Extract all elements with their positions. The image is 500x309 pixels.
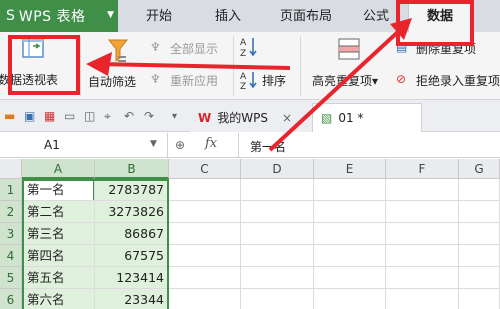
svg-text:A: A (240, 72, 247, 82)
table-cell[interactable]: 2783787 (95, 179, 169, 201)
reapply-button[interactable]: 重新应用 (170, 72, 218, 89)
app-title: WPS 表格 (18, 9, 86, 25)
app-logo-icon: S (6, 8, 15, 24)
table-row-empty[interactable] (169, 201, 500, 223)
tab-formula[interactable]: 公式 (354, 0, 398, 32)
export-pdf-icon[interactable]: ▦ (44, 109, 55, 123)
insert-function-button[interactable]: fx (205, 136, 217, 151)
tab-workbook[interactable]: ▧ 01 * (312, 103, 422, 132)
reject-duplicates-button[interactable]: 拒绝录入重复项 (416, 72, 500, 89)
formula-bar: A1 ▼ ⊕ fx 第一名 (0, 133, 500, 158)
table-row-empty[interactable] (169, 179, 500, 201)
show-all-button[interactable]: 全部显示 (170, 40, 218, 57)
table-cell[interactable]: 第三名 (22, 223, 95, 245)
reject-duplicates-icon: ⊘ (396, 72, 407, 86)
table-cell[interactable]: 123414 (95, 267, 169, 289)
column-header-e[interactable]: E (314, 159, 386, 179)
tab-start[interactable]: 开始 (126, 0, 192, 32)
spreadsheet-grid[interactable]: A B C D E F G 1 第一名 2783787 2 第二名 327382… (0, 159, 500, 309)
tab-workbook-label: 01 * (338, 111, 364, 125)
separator (238, 133, 239, 158)
sort-button[interactable]: 排序 (262, 72, 286, 89)
name-box[interactable]: A1 ▼ (0, 133, 168, 158)
sort-icon: A Z (240, 72, 257, 90)
row-header[interactable]: 1 (0, 179, 22, 201)
highlight-duplicates-label: 高亮重复项 (312, 74, 373, 88)
chevron-down-icon[interactable]: ▼ (150, 139, 157, 149)
data-tab-highlight (396, 0, 474, 46)
chevron-down-icon[interactable]: ▾ (172, 111, 177, 122)
wps-logo-icon: W (198, 110, 212, 125)
print-preview-icon[interactable]: ◫ (84, 109, 95, 123)
separator (233, 36, 234, 96)
undo-icon[interactable]: ↶ (124, 109, 134, 123)
formula-input[interactable]: 第一名 (250, 138, 286, 155)
grid-line (458, 179, 459, 309)
table-cell[interactable]: 86867 (95, 223, 169, 245)
zoom-icon[interactable]: ⊕ (175, 138, 185, 152)
svg-text:Z: Z (240, 82, 246, 90)
tab-page-layout[interactable]: 页面布局 (266, 0, 346, 32)
tab-insert[interactable]: 插入 (200, 0, 256, 32)
table-cell[interactable]: 第四名 (22, 245, 95, 267)
spreadsheet-icon: ▧ (321, 111, 333, 125)
column-header-f[interactable]: F (386, 159, 459, 179)
app-menu-button[interactable]: S WPS 表格 ▼ (0, 0, 118, 32)
row-header[interactable]: 2 (0, 201, 22, 223)
auto-filter-button[interactable]: 自动筛选 (88, 73, 136, 90)
svg-text:A: A (240, 38, 247, 48)
grid-line (313, 179, 314, 309)
tab-my-wps[interactable]: W 我的WPS × (190, 103, 312, 132)
grid-line (240, 179, 241, 309)
table-row-empty[interactable] (169, 267, 500, 289)
column-header-b[interactable]: B (95, 159, 169, 179)
table-row-empty[interactable] (169, 223, 500, 245)
table-cell[interactable]: 67575 (95, 245, 169, 267)
column-header-g[interactable]: G (459, 159, 500, 179)
open-folder-icon[interactable]: ▬ (4, 109, 15, 123)
table-cell[interactable]: 第五名 (22, 267, 95, 289)
table-row-empty[interactable] (169, 289, 500, 309)
sort-az-icon[interactable]: A Z (240, 36, 258, 58)
table-cell[interactable]: 3273826 (95, 201, 169, 223)
separator (80, 36, 81, 96)
table-row-empty[interactable] (169, 245, 500, 267)
column-header-d[interactable]: D (241, 159, 314, 179)
row-header[interactable]: 5 (0, 267, 22, 289)
separator (300, 36, 301, 96)
row-header[interactable]: 4 (0, 245, 22, 267)
column-header-a[interactable]: A (22, 159, 95, 179)
tab-my-wps-label: 我的WPS (217, 111, 268, 125)
row-header[interactable]: 3 (0, 223, 22, 245)
chevron-down-icon: ▼ (107, 10, 114, 20)
svg-text:Z: Z (240, 49, 246, 58)
select-all-corner[interactable] (0, 159, 22, 179)
highlight-duplicates-icon[interactable] (338, 38, 360, 60)
filter-icon[interactable] (108, 38, 128, 64)
grid-line (385, 179, 386, 309)
table-cell[interactable]: 第六名 (22, 289, 95, 309)
table-cell[interactable]: 第一名 (22, 179, 95, 201)
show-all-icon: ♆ (150, 40, 161, 54)
table-cell[interactable]: 23344 (95, 289, 169, 309)
reapply-icon: ♆ (150, 72, 161, 86)
format-painter-icon[interactable]: ⌖ (104, 109, 111, 124)
table-cell[interactable]: 第二名 (22, 201, 95, 223)
print-icon[interactable]: ▭ (64, 109, 75, 123)
highlight-duplicates-button[interactable]: 高亮重复项▾ (312, 72, 378, 89)
cell-reference: A1 (44, 138, 60, 152)
document-tab-bar: ▬ ▣ ▦ ▭ ◫ ⌖ ↶ ↷ ▾ W 我的WPS × ▧ 01 * (0, 100, 500, 132)
redo-icon[interactable]: ↷ (144, 109, 154, 123)
close-icon[interactable]: × (282, 111, 292, 125)
column-header-c[interactable]: C (169, 159, 241, 179)
save-icon[interactable]: ▣ (24, 109, 35, 123)
pivot-table-highlight (8, 35, 80, 95)
row-header[interactable]: 6 (0, 289, 22, 309)
chevron-down-icon: ▾ (372, 74, 379, 88)
